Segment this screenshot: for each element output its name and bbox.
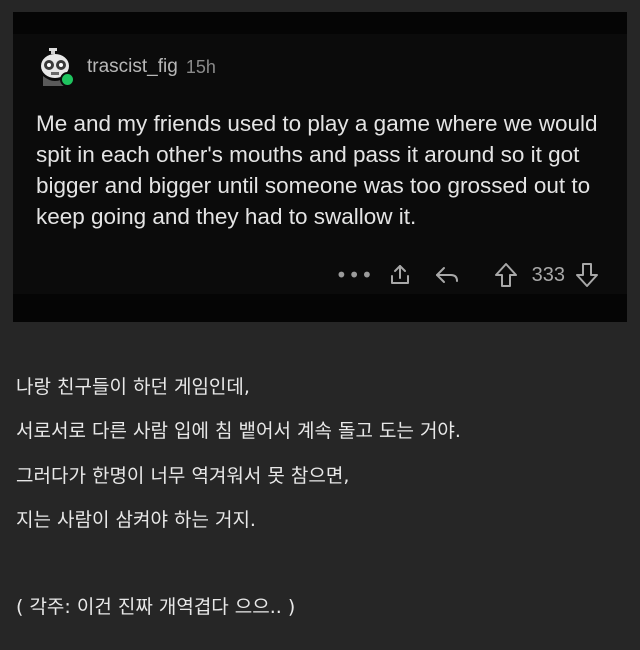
reply-icon — [435, 267, 458, 283]
more-icon: ••• — [335, 263, 374, 287]
reply-button[interactable] — [434, 263, 460, 287]
upvote-icon — [494, 263, 517, 287]
caption-line: 나랑 친구들이 하던 게임인데, — [16, 376, 250, 398]
downvote-icon — [576, 263, 598, 287]
share-button[interactable] — [388, 263, 412, 287]
share-icon — [390, 265, 409, 284]
caption-line: 서로서로 다른 사람 입에 침 뱉어서 계속 돌고 도는 거야. — [16, 420, 461, 442]
vote-score: 333 — [531, 263, 565, 286]
username[interactable]: trascist_fig — [87, 56, 178, 78]
more-button[interactable]: ••• — [335, 263, 372, 287]
post-time: 15h — [185, 56, 216, 77]
avatar[interactable] — [35, 46, 77, 88]
downvote-button[interactable] — [575, 262, 599, 288]
card-top-band — [13, 12, 627, 34]
post-card: trascist_fig 15h Me and my friends used … — [13, 12, 627, 322]
caption-footnote: ( 각주: 이건 진짜 개역겹다 으으.. ) — [16, 596, 296, 618]
caption-line: 지는 사람이 삼켜야 하는 거지. — [16, 509, 256, 531]
upvote-button[interactable] — [494, 262, 518, 288]
post-actions: ••• 333 — [335, 262, 599, 288]
card-bottom-band — [13, 294, 627, 322]
caption-line: 그러다가 한명이 너무 역겨워서 못 참으면, — [16, 465, 350, 487]
online-status-dot — [60, 72, 75, 87]
post-body: Me and my friends used to play a game wh… — [36, 111, 598, 229]
post-header: trascist_fig 15h — [35, 46, 216, 88]
